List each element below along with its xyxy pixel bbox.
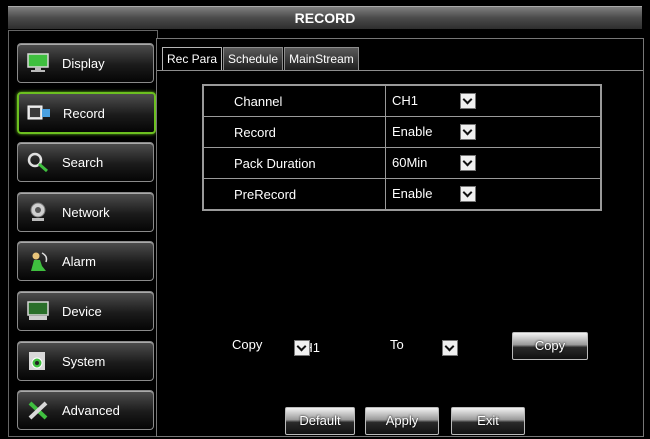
sidebar-item-search[interactable]: Search xyxy=(17,142,154,182)
sidebar-item-system[interactable]: System xyxy=(17,341,154,381)
sidebar-item-label: System xyxy=(62,353,106,369)
record-params-table: Channel CH1 Record Enable Pack Duration … xyxy=(202,84,602,211)
chevron-down-icon[interactable] xyxy=(460,93,476,110)
chevron-down-icon[interactable] xyxy=(294,340,310,356)
apply-button[interactable]: Apply xyxy=(365,407,439,435)
sidebar-item-label: Network xyxy=(62,204,110,220)
chevron-down-icon[interactable] xyxy=(460,155,476,172)
table-row: Channel CH1 xyxy=(202,84,602,117)
record-select[interactable]: Enable xyxy=(385,116,602,148)
record-label: Record xyxy=(202,116,386,148)
monitor-icon xyxy=(26,52,50,74)
tab-mainstream[interactable]: MainStream xyxy=(284,47,359,70)
tab-divider xyxy=(157,70,643,71)
copy-to-label: To xyxy=(390,337,404,352)
record-icon xyxy=(27,102,51,124)
prerecord-select[interactable]: Enable xyxy=(385,178,602,211)
search-icon xyxy=(26,151,50,173)
sidebar-item-record[interactable]: Record xyxy=(17,92,156,134)
channel-value: CH1 xyxy=(392,92,419,108)
record-value: Enable xyxy=(392,123,433,139)
pack-duration-select[interactable]: 60Min xyxy=(385,147,602,179)
table-row: PreRecord Enable xyxy=(202,178,602,211)
device-icon xyxy=(26,300,50,322)
exit-button[interactable]: Exit xyxy=(451,407,525,435)
chevron-down-icon[interactable] xyxy=(442,340,458,356)
record-settings-panel: Rec Para Schedule MainStream Channel CH1… xyxy=(156,38,644,437)
sidebar-item-label: Record xyxy=(63,105,105,121)
pack-duration-label: Pack Duration xyxy=(202,147,386,179)
sidebar-item-label: Search xyxy=(62,154,104,170)
advanced-icon xyxy=(26,399,50,421)
window-title: RECORD xyxy=(8,6,642,29)
table-row: Record Enable xyxy=(202,116,602,148)
sidebar-item-label: Alarm xyxy=(62,253,96,269)
sidebar-item-network[interactable]: Network xyxy=(17,192,154,232)
tab-bar: Rec Para Schedule MainStream xyxy=(162,47,360,70)
network-icon xyxy=(26,201,50,223)
sidebar-item-label: Display xyxy=(62,55,105,71)
sidebar-item-alarm[interactable]: Alarm xyxy=(17,241,154,281)
copy-label: Copy xyxy=(232,337,263,352)
sidebar-item-advanced[interactable]: Advanced xyxy=(17,390,154,430)
sidebar-menu: Display Record Search Network Alarm Devi… xyxy=(8,30,158,437)
default-button[interactable]: Default xyxy=(285,407,355,435)
copy-button[interactable]: Copy xyxy=(512,332,588,360)
chevron-down-icon[interactable] xyxy=(460,186,476,203)
chevron-down-icon[interactable] xyxy=(460,124,476,141)
pack-duration-value: 60Min xyxy=(392,154,428,170)
sidebar-item-display[interactable]: Display xyxy=(17,43,154,83)
table-row: Pack Duration 60Min xyxy=(202,147,602,179)
tab-schedule[interactable]: Schedule xyxy=(223,47,284,70)
sidebar-item-label: Advanced xyxy=(62,402,120,418)
dvr-screen: RECORD Display Record Search Network Ala… xyxy=(0,0,650,439)
channel-label: Channel xyxy=(202,84,386,117)
alarm-icon xyxy=(26,250,50,272)
system-icon xyxy=(26,350,50,372)
sidebar-item-label: Device xyxy=(62,303,102,319)
tab-rec-para[interactable]: Rec Para xyxy=(162,47,223,70)
sidebar-item-device[interactable]: Device xyxy=(17,291,154,331)
channel-select[interactable]: CH1 xyxy=(385,84,602,117)
prerecord-label: PreRecord xyxy=(202,178,386,211)
prerecord-value: Enable xyxy=(392,185,433,201)
